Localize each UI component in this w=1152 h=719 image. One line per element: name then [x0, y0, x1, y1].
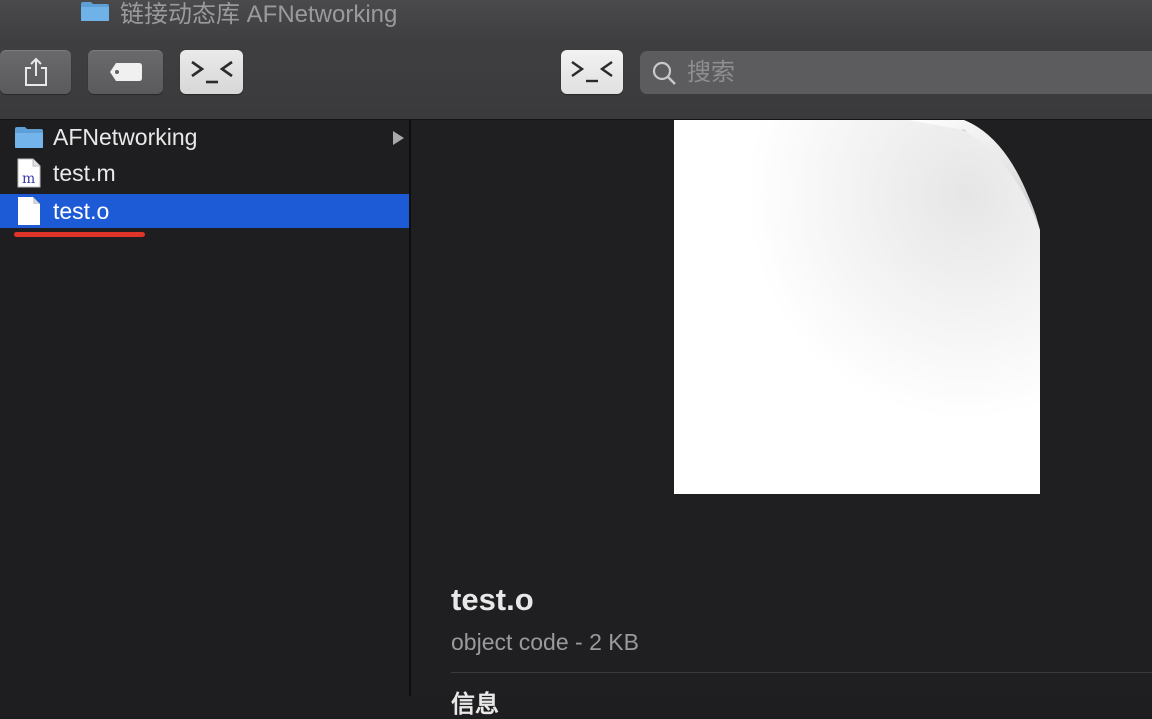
- list-item-label: test.m: [53, 159, 116, 186]
- folder-icon: [14, 122, 44, 152]
- blank-document-icon: [14, 196, 44, 226]
- file-list: AFNetworking m test.m test.o: [0, 120, 411, 696]
- list-item-afnetworking[interactable]: AFNetworking: [0, 120, 409, 154]
- list-item-test-o[interactable]: test.o: [0, 194, 409, 228]
- window-title: 链接动态库 AFNetworking: [80, 0, 397, 28]
- list-item-label: test.o: [53, 197, 110, 224]
- open-in-terminal-button[interactable]: [180, 50, 243, 94]
- list-item-label: AFNetworking: [53, 123, 198, 150]
- preview-pane: test.o object code - 2 KB 信息: [411, 120, 1152, 718]
- preview-file-kind: object code - 2 KB: [451, 629, 639, 655]
- terminal-face-icon: [571, 61, 613, 83]
- divider: [451, 672, 1152, 673]
- terminal-face-icon: [190, 60, 233, 84]
- terminal-app-button[interactable]: [561, 50, 623, 94]
- window-title-text: 链接动态库 AFNetworking: [120, 0, 398, 28]
- preview-file-name: test.o: [451, 582, 534, 617]
- search-field[interactable]: [640, 51, 1152, 94]
- share-icon: [24, 57, 47, 86]
- annotation-underline: [14, 232, 145, 237]
- objc-source-file-icon: m: [14, 158, 44, 188]
- svg-text:m: m: [22, 171, 35, 187]
- search-input[interactable]: [685, 57, 1129, 88]
- disclosure-triangle-icon[interactable]: [393, 131, 404, 145]
- tag-icon: [109, 63, 142, 81]
- folder-icon: [81, 2, 109, 21]
- info-section-heading: 信息: [451, 691, 499, 718]
- share-button[interactable]: [0, 50, 71, 94]
- list-item-test-m[interactable]: m test.m: [0, 156, 409, 190]
- search-icon: [652, 61, 676, 85]
- window-toolbar: 链接动态库 AFNetworking: [0, 0, 1152, 120]
- document-preview-icon: [674, 120, 1040, 494]
- tag-button[interactable]: [88, 50, 163, 94]
